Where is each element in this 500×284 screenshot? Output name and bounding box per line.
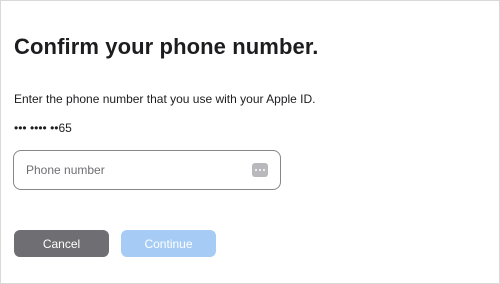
confirm-phone-dialog: Confirm your phone number. Enter the pho… [0,0,500,284]
page-title: Confirm your phone number. [14,34,319,59]
phone-number-field[interactable] [13,150,281,190]
instructions-text: Enter the phone number that you use with… [14,92,316,106]
phone-number-input[interactable] [26,151,246,189]
cancel-button[interactable]: Cancel [14,230,109,257]
continue-button[interactable]: Continue [121,230,216,257]
masked-phone-number: ••• •••• ••65 [14,121,72,135]
keypad-icon[interactable] [252,163,268,177]
